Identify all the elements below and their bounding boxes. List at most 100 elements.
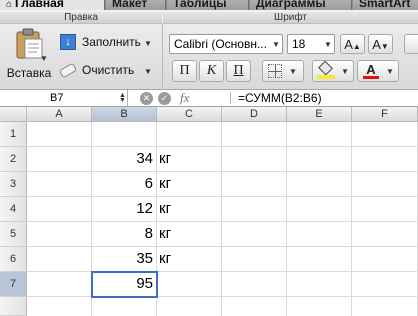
cell-a6[interactable]	[27, 247, 92, 272]
cell-d7[interactable]	[222, 272, 287, 297]
paste-dropdown-arrow[interactable]: ▼	[40, 54, 48, 63]
cell-c5[interactable]: кг	[157, 222, 222, 247]
cell-e4[interactable]	[287, 197, 352, 222]
cell-f4[interactable]	[352, 197, 418, 222]
cell-e2[interactable]	[287, 147, 352, 172]
cell-c1[interactable]	[157, 122, 222, 147]
increase-font-size-button[interactable]: A▲	[340, 34, 365, 54]
cell-b3[interactable]: 6	[92, 172, 157, 197]
font-shrink-icon: A▼	[372, 36, 389, 52]
tab-smartart[interactable]: SmartArt	[353, 0, 418, 10]
borders-button[interactable]: ▼	[262, 60, 304, 82]
cell-c7[interactable]	[157, 272, 222, 297]
cell-b5[interactable]: 8	[92, 222, 157, 247]
cell-a2[interactable]	[27, 147, 92, 172]
cell-f5[interactable]	[352, 222, 418, 247]
ribbon-overflow-button[interactable]	[404, 34, 418, 54]
font-color-button[interactable]: A ▼	[357, 60, 399, 82]
tab-tables[interactable]: Таблицы	[167, 0, 249, 10]
cell-f1[interactable]	[352, 122, 418, 147]
name-box[interactable]: B7	[0, 90, 128, 106]
row-header-8[interactable]	[0, 297, 27, 316]
cell-c3[interactable]: кг	[157, 172, 222, 197]
cell-b4[interactable]: 12	[92, 197, 157, 222]
home-icon: ⌂	[6, 0, 13, 10]
excel-window: ⌂ Главная Макет Таблицы Диаграммы SmartAr…	[0, 0, 418, 316]
fill-dropdown-arrow[interactable]: ▼	[144, 39, 152, 48]
ribbon: Правка Шрифт Вставка ▼ ↓ Заполнить ▼ Очи…	[0, 10, 418, 90]
font-name-dropdown-arrow[interactable]: ▼	[272, 40, 280, 49]
name-box-stepper-icon[interactable]: ▲ ▼	[119, 92, 126, 104]
column-header-a[interactable]: A	[27, 107, 92, 122]
cell-d5[interactable]	[222, 222, 287, 247]
column-header-e[interactable]: E	[287, 107, 352, 122]
clear-button[interactable]: Очистить	[58, 60, 134, 80]
cell-b1[interactable]	[92, 122, 157, 147]
cell-c8[interactable]	[157, 297, 222, 316]
row-header-3[interactable]: 3	[0, 172, 27, 197]
cell-c4[interactable]: кг	[157, 197, 222, 222]
cell-f2[interactable]	[352, 147, 418, 172]
column-header-f[interactable]: F	[352, 107, 418, 122]
cell-f8[interactable]	[352, 297, 418, 316]
cell-a4[interactable]	[27, 197, 92, 222]
decrease-font-size-button[interactable]: A▼	[368, 34, 393, 54]
cell-e5[interactable]	[287, 222, 352, 247]
cell-c2[interactable]: кг	[157, 147, 222, 172]
tab-charts[interactable]: Диаграммы	[250, 0, 352, 10]
formula-divider	[230, 92, 231, 104]
fill-color-button[interactable]: ▼	[312, 60, 354, 82]
ribbon-tabs: ⌂ Главная Макет Таблицы Диаграммы SmartAr…	[0, 0, 418, 10]
insert-function-icon[interactable]: fx	[176, 90, 189, 106]
cell-d4[interactable]	[222, 197, 287, 222]
underline-button[interactable]: П	[226, 60, 251, 82]
cell-d1[interactable]	[222, 122, 287, 147]
cell-f6[interactable]	[352, 247, 418, 272]
select-all-corner[interactable]	[0, 107, 27, 122]
cell-e8[interactable]	[287, 297, 352, 316]
cell-d8[interactable]	[222, 297, 287, 316]
paint-bucket-icon	[317, 60, 335, 79]
cell-f7[interactable]	[352, 272, 418, 297]
column-header-d[interactable]: D	[222, 107, 287, 122]
row-header-7[interactable]: 7	[0, 272, 27, 297]
cell-e1[interactable]	[287, 122, 352, 147]
cell-e7[interactable]	[287, 272, 352, 297]
cell-e6[interactable]	[287, 247, 352, 272]
row-header-6[interactable]: 6	[0, 247, 27, 272]
cell-b2[interactable]: 34	[92, 147, 157, 172]
font-size-dropdown-arrow[interactable]: ▼	[324, 40, 332, 49]
cell-d3[interactable]	[222, 172, 287, 197]
row-header-4[interactable]: 4	[0, 197, 27, 222]
confirm-icon[interactable]: ✓	[158, 91, 171, 105]
row-header-2[interactable]: 2	[0, 147, 27, 172]
cell-e3[interactable]	[287, 172, 352, 197]
cell-a8[interactable]	[27, 297, 92, 316]
tab-home[interactable]: ⌂ Главная	[0, 0, 105, 10]
row-header-5[interactable]: 5	[0, 222, 27, 247]
cell-d2[interactable]	[222, 147, 287, 172]
cell-a7[interactable]	[27, 272, 92, 297]
cell-d6[interactable]	[222, 247, 287, 272]
font-name-select[interactable]: Calibri (Основн...	[169, 34, 283, 54]
tab-layout[interactable]: Макет	[106, 0, 166, 10]
cell-a3[interactable]	[27, 172, 92, 197]
font-grow-icon: A▲	[344, 36, 361, 52]
bold-button[interactable]: П	[172, 60, 197, 82]
cell-a5[interactable]	[27, 222, 92, 247]
edit-group-title: Правка	[0, 12, 162, 24]
column-header-b[interactable]: B	[92, 107, 157, 122]
clear-dropdown-arrow[interactable]: ▼	[144, 67, 152, 76]
cell-b8[interactable]	[92, 297, 157, 316]
borders-dropdown-arrow: ▼	[289, 66, 297, 76]
italic-button[interactable]: К	[199, 60, 224, 82]
column-header-c[interactable]: C	[157, 107, 222, 122]
cell-b6[interactable]: 35	[92, 247, 157, 272]
cancel-icon[interactable]: ✕	[140, 91, 153, 105]
cell-a1[interactable]	[27, 122, 92, 147]
fill-button[interactable]: ↓ Заполнить	[60, 32, 141, 52]
cell-f3[interactable]	[352, 172, 418, 197]
cell-c6[interactable]: кг	[157, 247, 222, 272]
row-header-1[interactable]: 1	[0, 122, 27, 147]
formula-input[interactable]: =СУММ(B2:B6)	[238, 90, 322, 106]
